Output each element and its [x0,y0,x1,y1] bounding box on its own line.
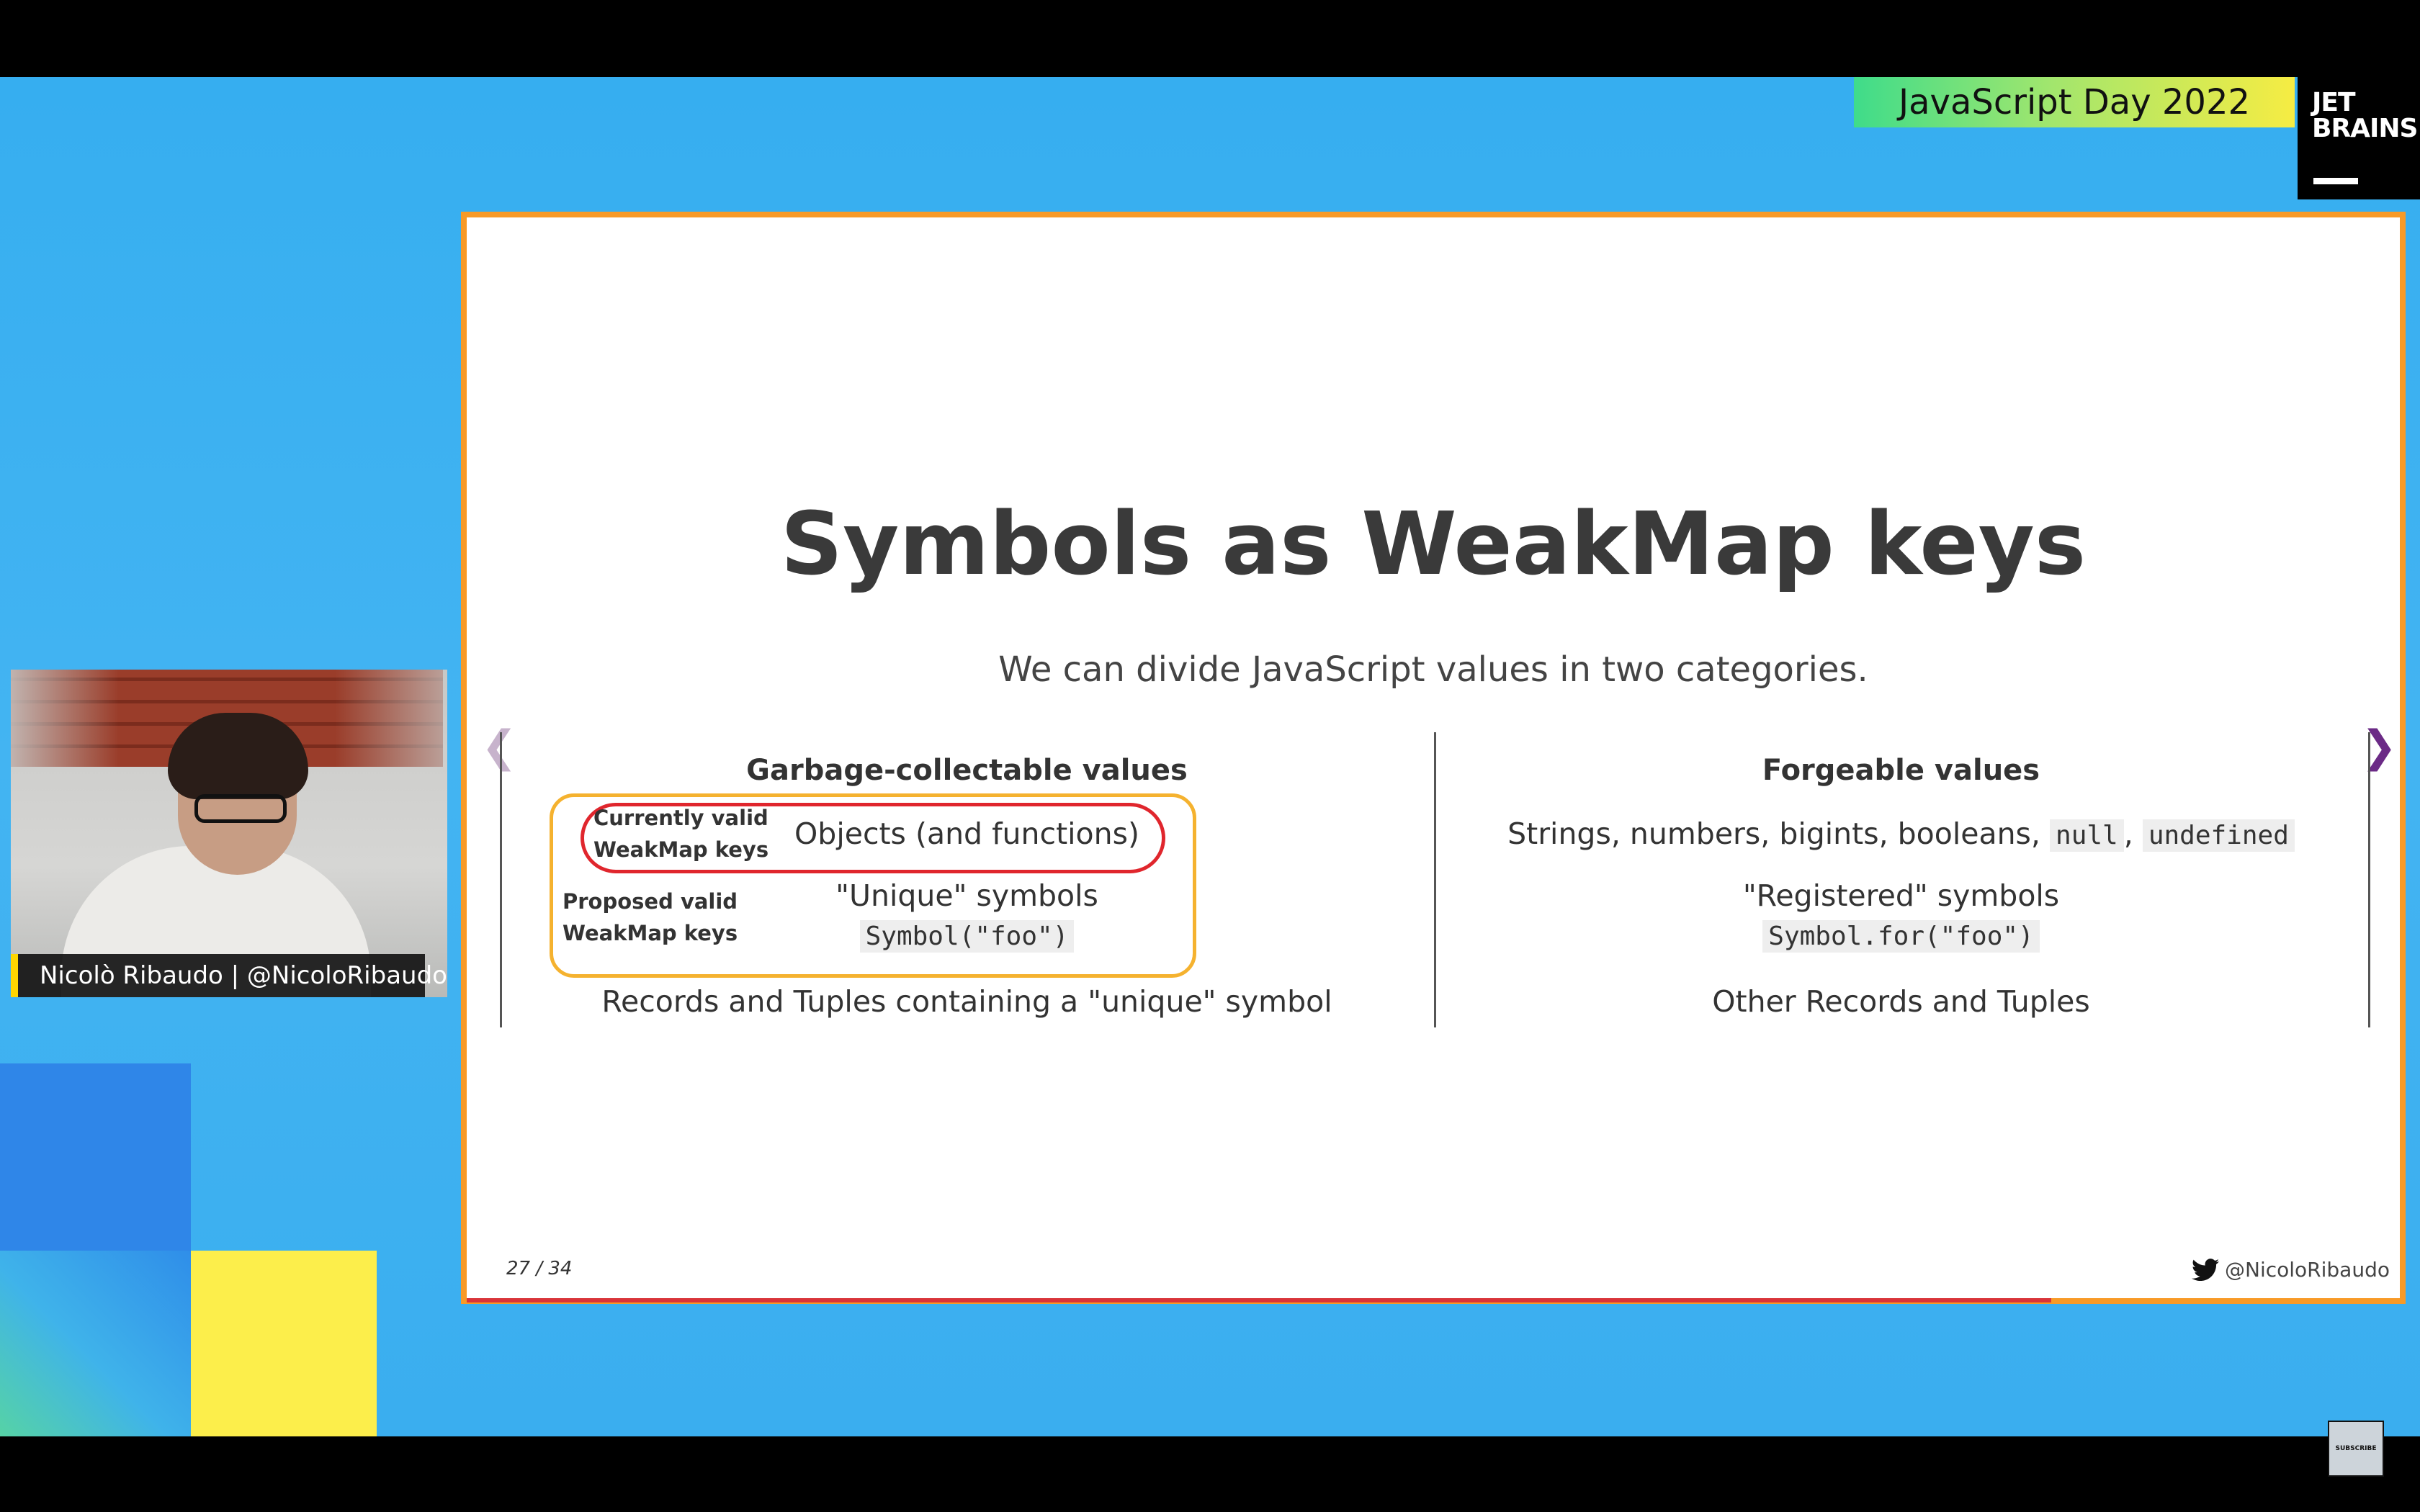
twitter-handle-text: @NicoloRibaudo [2225,1258,2390,1282]
objects-text: Objects (and functions) [794,816,1139,851]
decorative-blue-block [0,1063,191,1251]
presentation-slide: Symbols as WeakMap keys We can divide Ja… [461,212,2406,1304]
event-name-badge: JavaScript Day 2022 [1854,77,2295,127]
registered-symbols-text: "Registered" symbols [1742,878,2060,913]
left-column-heading: Garbage-collectable values [746,754,1188,787]
primitives-row: Strings, numbers, bigints, booleans, nul… [1434,816,2368,852]
slide-subtitle: We can divide JavaScript values in two c… [998,649,1868,690]
right-column-heading: Forgeable values [1762,754,2040,787]
decorative-gradient-block [0,1251,191,1436]
primitives-text: Strings, numbers, bigints, booleans, [1507,816,2040,851]
decorative-yellow-block [191,1251,377,1436]
undefined-code: undefined [2142,819,2295,852]
slide-footer-handle: @NicoloRibaudo [2192,1258,2390,1282]
jetbrains-logo-bar [2313,178,2358,184]
primitives-comma: , [2123,816,2133,851]
speaker-webcam [11,670,447,997]
subscribe-button[interactable]: SUBSCRIBE [2328,1421,2384,1477]
twitter-bird-icon [2192,1258,2219,1281]
speaker-name-tag: Nicolò Ribaudo | @NicoloRibaudo [11,954,447,997]
registered-symbol-code: Symbol.for("foo") [1762,920,2040,953]
null-code: null [2050,819,2124,852]
speaker-hair [168,713,308,799]
slide-title: Symbols as WeakMap keys [780,495,2087,595]
other-records-text: Other Records and Tuples [1712,984,2090,1019]
unique-symbols-text: "Unique" symbols [835,878,1098,913]
speaker-glasses [194,794,287,823]
jetbrains-logo-text: JET BRAINS [2312,88,2418,143]
unique-symbol-code: Symbol("foo") [859,920,1075,953]
jetbrains-logo: JET BRAINS [2298,77,2420,199]
slide-progress-bar [467,1298,2051,1302]
column-divider-right [2368,732,2370,1027]
unique-code-row: Symbol("foo") [500,920,1434,953]
registered-code-row: Symbol.for("foo") [1434,920,2368,953]
slide-page-counter: 27 / 34 [506,1258,573,1279]
records-unique-text: Records and Tuples containing a "unique"… [601,984,1332,1019]
stream-stage: JavaScript Day 2022 JET BRAINS Symbols a… [0,77,2420,1436]
